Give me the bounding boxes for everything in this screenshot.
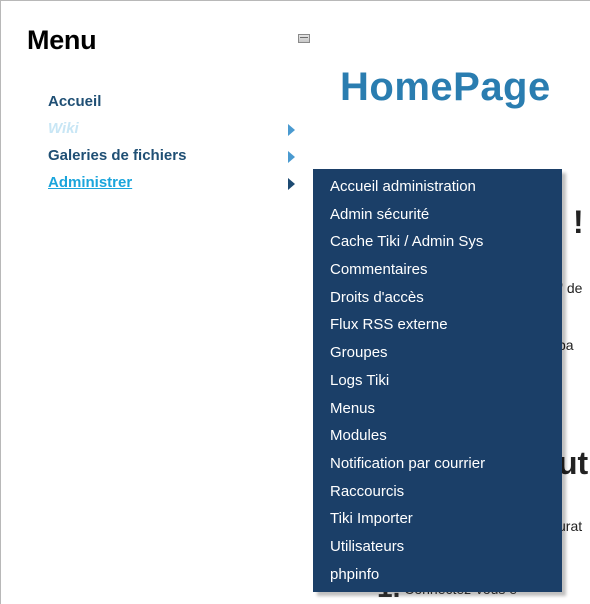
admin-submenu: Accueil administration Admin sécurité Ca…	[313, 169, 562, 592]
chevron-right-icon	[288, 151, 295, 163]
submenu-item-utilisateurs[interactable]: Utilisateurs	[313, 535, 562, 563]
sidebar-item-administrer[interactable]: Administrer	[48, 174, 298, 201]
submenu-item-modules[interactable]: Modules	[313, 424, 562, 452]
chevron-right-icon	[288, 124, 295, 136]
submenu-item-phpinfo[interactable]: phpinfo	[313, 563, 562, 591]
sidebar-item-label: Galeries de fichiers	[48, 147, 187, 164]
collapse-icon[interactable]	[298, 34, 310, 43]
submenu-item-commentaires[interactable]: Commentaires	[313, 258, 562, 286]
sidebar-item-galeries[interactable]: Galeries de fichiers	[48, 147, 298, 174]
submenu-item-notification[interactable]: Notification par courrier	[313, 452, 562, 480]
submenu-item-menus[interactable]: Menus	[313, 397, 562, 425]
submenu-item-groupes[interactable]: Groupes	[313, 341, 562, 369]
sidebar-item-accueil[interactable]: Accueil	[48, 93, 298, 120]
chevron-right-icon	[288, 178, 295, 190]
sidebar-menu: Accueil Wiki Galeries de fichiers Admini…	[48, 93, 298, 201]
menu-title: Menu	[27, 25, 97, 55]
sidebar-item-label: Accueil	[48, 93, 102, 110]
sidebar-item-label: Wiki	[48, 120, 79, 137]
submenu-item-tiki-importer[interactable]: Tiki Importer	[313, 507, 562, 535]
sidebar-item-label: Administrer	[48, 174, 133, 191]
submenu-item-cache-tiki[interactable]: Cache Tiki / Admin Sys	[313, 230, 562, 258]
submenu-item-logs-tiki[interactable]: Logs Tiki	[313, 369, 562, 397]
submenu-item-admin-securite[interactable]: Admin sécurité	[313, 203, 562, 231]
page-frame: Menu Accueil Wiki Galeries de fichiers A…	[0, 0, 590, 604]
page-title: HomePage	[340, 65, 551, 109]
submenu-item-accueil-administration[interactable]: Accueil administration	[313, 175, 562, 203]
submenu-item-raccourcis[interactable]: Raccourcis	[313, 480, 562, 508]
content-heading-fragment: ut	[558, 445, 589, 481]
submenu-item-droits-acces[interactable]: Droits d'accès	[313, 286, 562, 314]
submenu-item-flux-rss[interactable]: Flux RSS externe	[313, 313, 562, 341]
content-heading-fragment: !	[573, 204, 584, 240]
sidebar-item-wiki[interactable]: Wiki	[48, 120, 298, 147]
